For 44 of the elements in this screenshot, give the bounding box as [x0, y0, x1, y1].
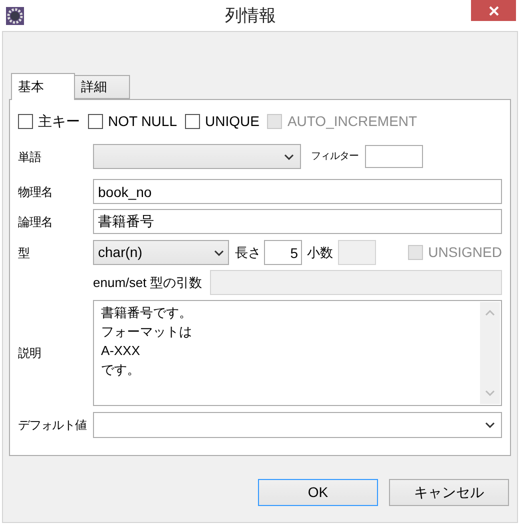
checkbox[interactable] — [184, 114, 200, 128]
filter-label: フィルター — [311, 150, 358, 164]
dialog-button[interactable]: キャンセル — [389, 479, 509, 506]
description-line: 書籍番号です。 — [101, 304, 192, 322]
gear-icon — [6, 6, 24, 24]
close-icon — [488, 6, 498, 16]
scroll-up-icon[interactable] — [485, 310, 495, 316]
checkbox-label: UNIQUE — [204, 112, 260, 131]
length-label: 長さ — [235, 244, 261, 262]
field-label: デフォルト値 — [18, 418, 86, 432]
word-dropdown[interactable] — [93, 144, 301, 169]
window-title: 列情報 — [225, 4, 276, 27]
checkbox-label: AUTO_INCREMENT — [287, 112, 418, 131]
field-label: 単語 — [18, 150, 41, 164]
description-line: です。 — [101, 361, 140, 379]
close-button[interactable] — [471, 0, 516, 21]
logical-name-field[interactable]: 書籍番号 — [93, 209, 502, 234]
checkbox-label: UNSIGNED — [428, 243, 502, 262]
filter-field[interactable] — [364, 145, 422, 168]
field-label: 物理名 — [18, 184, 52, 198]
enum-args-label: enum/set 型の引数 — [93, 274, 202, 292]
checkbox[interactable] — [18, 114, 33, 128]
tab[interactable]: 基本 — [11, 73, 75, 100]
type-dropdown[interactable]: char(n) — [93, 240, 229, 265]
chevron-down-icon — [214, 250, 224, 256]
scrollbar[interactable] — [480, 302, 500, 404]
description-line: フォーマットは — [101, 323, 192, 341]
description-line: A-XXX — [101, 342, 140, 360]
checkbox[interactable] — [88, 114, 103, 128]
physical-name-field[interactable]: book_no — [93, 179, 502, 204]
field-label: 型 — [18, 246, 30, 260]
field-label: 論理名 — [18, 214, 52, 228]
description-field[interactable]: 書籍番号です。 フォーマットは A-XXX です。 — [93, 300, 502, 406]
default-value-dropdown[interactable] — [93, 412, 502, 438]
scale-label: 小数 — [307, 244, 333, 262]
length-field[interactable]: 5 — [264, 240, 302, 265]
dialog-button[interactable]: OK — [258, 479, 378, 506]
chevron-down-icon — [284, 154, 294, 160]
checkbox-label: 主キー — [38, 112, 80, 130]
field-label: 説明 — [18, 346, 41, 360]
scroll-down-icon[interactable] — [485, 390, 495, 396]
chevron-down-icon — [485, 422, 495, 428]
tab[interactable]: 詳細 — [74, 75, 130, 99]
checkbox-label: NOT NULL — [108, 112, 177, 130]
